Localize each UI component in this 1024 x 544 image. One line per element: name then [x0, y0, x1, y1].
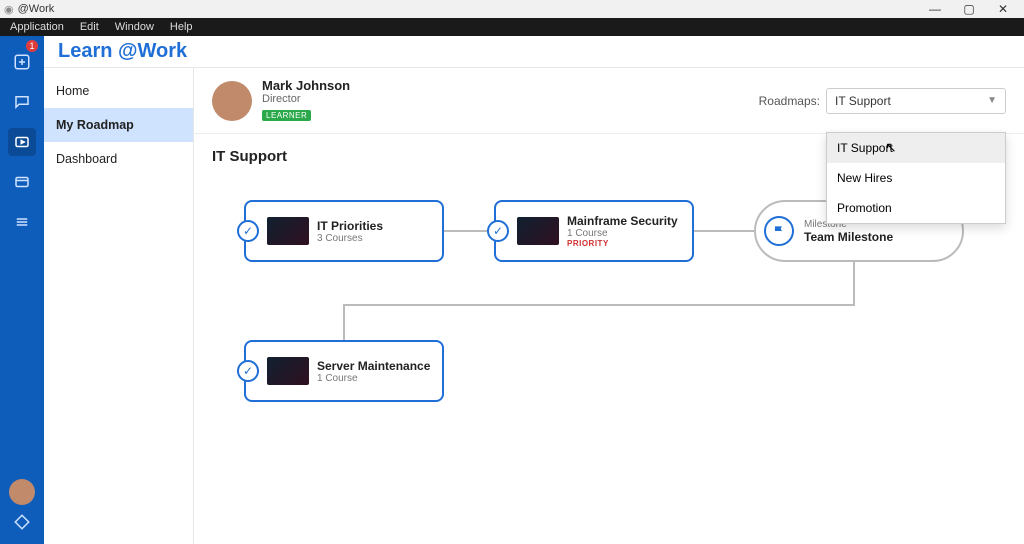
window-title: @Work — [18, 3, 55, 15]
user-avatar — [212, 81, 252, 121]
rail-user-avatar[interactable] — [9, 479, 35, 505]
rail-learn-icon[interactable] — [8, 128, 36, 156]
check-icon: ✓ — [237, 360, 259, 382]
menu-window[interactable]: Window — [107, 19, 162, 35]
user-name: Mark Johnson — [262, 78, 350, 93]
menu-help[interactable]: Help — [162, 19, 201, 35]
card-title: Mainframe Security — [567, 214, 678, 228]
window-maximize-button[interactable]: ▢ — [952, 2, 986, 16]
nav-my-roadmap[interactable]: My Roadmap — [44, 108, 193, 142]
nav-dashboard[interactable]: Dashboard — [44, 142, 193, 176]
chevron-down-icon: ▼ — [987, 95, 997, 106]
rail-home-icon[interactable] — [8, 48, 36, 76]
roadmap-option-new-hires[interactable]: New Hires — [827, 163, 1005, 193]
user-role: Director — [262, 93, 350, 105]
rail-list-icon[interactable] — [8, 208, 36, 236]
roadmap-select[interactable]: IT Support ▼ — [826, 88, 1006, 114]
card-subtitle: 1 Course — [317, 373, 430, 384]
card-server-maintenance[interactable]: ✓ Server Maintenance 1 Course — [244, 340, 444, 402]
flag-icon — [764, 216, 794, 246]
roadmap-option-label: New Hires — [837, 171, 892, 185]
card-thumbnail — [517, 217, 559, 245]
card-subtitle: 3 Courses — [317, 233, 383, 244]
learner-tag: LEARNER — [262, 110, 311, 121]
check-icon: ✓ — [237, 220, 259, 242]
window-close-button[interactable]: ✕ — [986, 2, 1020, 16]
icon-rail: 1 — [0, 36, 44, 544]
nav-home[interactable]: Home — [44, 74, 193, 108]
menu-edit[interactable]: Edit — [72, 19, 107, 35]
rail-card-icon[interactable] — [8, 168, 36, 196]
roadmap-label: Roadmaps: — [759, 94, 820, 108]
roadmap-option-it-support[interactable]: IT Support ↖ — [827, 133, 1005, 163]
window-minimize-button[interactable]: — — [918, 2, 952, 16]
card-thumbnail — [267, 357, 309, 385]
roadmap-dropdown: IT Support ↖ New Hires Promotion — [826, 132, 1006, 224]
priority-badge: PRIORITY — [567, 239, 678, 248]
rail-sync-icon[interactable] — [13, 513, 31, 536]
card-subtitle: 1 Course — [567, 228, 678, 239]
roadmap-option-label: Promotion — [837, 201, 892, 215]
milestone-title: Team Milestone — [804, 230, 893, 244]
menu-bar: Application Edit Window Help — [0, 18, 1024, 36]
app-indicator-icon: ◉ — [4, 3, 14, 16]
profile-row: Mark Johnson Director LEARNER Roadmaps: … — [194, 68, 1024, 134]
window-titlebar: ◉ @Work — ▢ ✕ — [0, 0, 1024, 18]
left-nav: Home My Roadmap Dashboard — [44, 68, 194, 544]
card-title: Server Maintenance — [317, 359, 430, 373]
main-panel: Mark Johnson Director LEARNER Roadmaps: … — [194, 68, 1024, 544]
roadmap-option-label: IT Support — [837, 141, 893, 155]
app-title: Learn @Work — [44, 36, 1024, 68]
check-icon: ✓ — [487, 220, 509, 242]
roadmap-select-value: IT Support — [835, 94, 891, 108]
notification-badge: 1 — [26, 40, 38, 52]
card-thumbnail — [267, 217, 309, 245]
menu-application[interactable]: Application — [2, 19, 72, 35]
roadmap-option-promotion[interactable]: Promotion — [827, 193, 1005, 223]
card-mainframe-security[interactable]: ✓ Mainframe Security 1 Course PRIORITY — [494, 200, 694, 262]
rail-chat-icon[interactable] — [8, 88, 36, 116]
card-title: IT Priorities — [317, 219, 383, 233]
card-it-priorities[interactable]: ✓ IT Priorities 3 Courses — [244, 200, 444, 262]
